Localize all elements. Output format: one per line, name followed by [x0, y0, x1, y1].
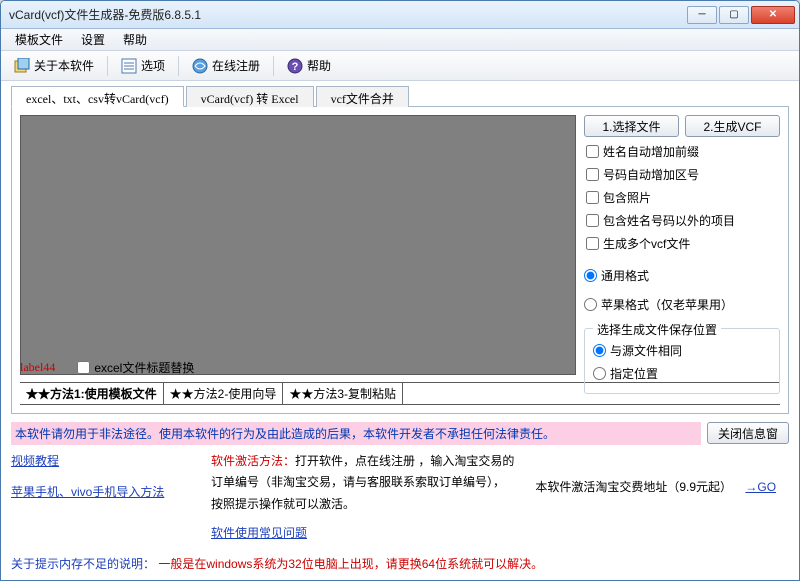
format-apple[interactable]: 苹果格式（仅老苹果用）	[584, 293, 780, 316]
warning-bar: 本软件请勿用于非法途径。使用本软件的行为及由此造成的后果，本软件开发者不承担任何…	[11, 422, 789, 445]
window-buttons: ─ ▢ ✕	[687, 6, 795, 24]
memory-note-b: 一般是在windows系统为32位电脑上出现，请更换64位系统就可以解决。	[158, 557, 543, 571]
opt-photo[interactable]: 包含照片	[584, 189, 780, 206]
right-pane: 1.选择文件 2.生成VCF 姓名自动增加前缀 号码自动增加区号 包含照片 包含…	[584, 115, 780, 353]
mid-text: 软件激活方法：打开软件，点在线注册 ，输入淘宝交易的订单编号（非淘宝交易，请与客…	[211, 451, 515, 545]
bottom-pane: 本软件请勿用于非法途径。使用本软件的行为及由此造成的后果，本软件开发者不承担任何…	[1, 418, 799, 551]
minimize-button[interactable]: ─	[687, 6, 717, 24]
menu-template[interactable]: 模板文件	[7, 29, 71, 50]
save-same[interactable]: 与源文件相同	[593, 339, 771, 362]
activate-label: 软件激活方法：	[211, 454, 295, 468]
left-links: 视频教程 苹果手机、vivo手机导入方法	[11, 451, 191, 545]
maximize-button[interactable]: ▢	[719, 6, 749, 24]
about-icon	[14, 58, 30, 74]
video-tutorial-link[interactable]: 视频教程	[11, 454, 59, 468]
debug-label: label44	[20, 360, 55, 375]
excel-title-replace-checkbox[interactable]	[77, 361, 90, 374]
right-text: 本软件激活淘宝交费地址（9.9元起） →GO	[535, 451, 789, 545]
opt-photo-checkbox[interactable]	[586, 191, 599, 204]
opt-areacode-checkbox[interactable]	[586, 168, 599, 181]
separator	[107, 56, 108, 76]
toolbar: 关于本软件 选项 在线注册 ? 帮助	[1, 51, 799, 81]
help-label: 帮助	[307, 57, 331, 74]
memory-note: 关于提示内存不足的说明： 一般是在windows系统为32位电脑上出现，请更换6…	[1, 551, 799, 580]
window-title: vCard(vcf)文件生成器-免费版6.8.5.1	[9, 6, 687, 23]
close-button[interactable]: ✕	[751, 6, 795, 24]
titlebar: vCard(vcf)文件生成器-免费版6.8.5.1 ─ ▢ ✕	[1, 1, 799, 29]
opt-extra[interactable]: 包含姓名号码以外的项目	[584, 212, 780, 229]
info-grid: 视频教程 苹果手机、vivo手机导入方法 软件激活方法：打开软件，点在线注册 ，…	[11, 451, 789, 545]
tab-body: 1.选择文件 2.生成VCF 姓名自动增加前缀 号码自动增加区号 包含照片 包含…	[11, 107, 789, 414]
menu-help[interactable]: 帮助	[115, 29, 155, 50]
format-general-radio[interactable]	[584, 269, 597, 282]
save-same-radio[interactable]	[593, 344, 606, 357]
help-icon: ?	[287, 58, 303, 74]
format-apple-radio[interactable]	[584, 298, 597, 311]
tab-vcf-merge[interactable]: vcf文件合并	[316, 86, 409, 107]
svg-text:?: ?	[292, 61, 299, 73]
opt-areacode[interactable]: 号码自动增加区号	[584, 166, 780, 183]
close-info-button[interactable]: 关闭信息窗	[707, 422, 789, 444]
save-location-title: 选择生成文件保存位置	[593, 321, 721, 338]
help-button[interactable]: ? 帮助	[280, 54, 338, 77]
opt-multi[interactable]: 生成多个vcf文件	[584, 235, 780, 252]
save-location-group: 选择生成文件保存位置 与源文件相同 指定位置	[584, 328, 780, 394]
work-row: 1.选择文件 2.生成VCF 姓名自动增加前缀 号码自动增加区号 包含照片 包含…	[20, 115, 780, 353]
warning-message: 本软件请勿用于非法途径。使用本软件的行为及由此造成的后果，本软件开发者不承担任何…	[11, 422, 701, 445]
register-icon	[192, 58, 208, 74]
opt-multi-checkbox[interactable]	[586, 237, 599, 250]
register-label: 在线注册	[212, 57, 260, 74]
go-link[interactable]: →GO	[745, 480, 776, 494]
menu-settings[interactable]: 设置	[73, 29, 113, 50]
separator	[178, 56, 179, 76]
save-custom-radio[interactable]	[593, 367, 606, 380]
app-window: vCard(vcf)文件生成器-免费版6.8.5.1 ─ ▢ ✕ 模板文件 设置…	[0, 0, 800, 581]
save-custom[interactable]: 指定位置	[593, 362, 771, 385]
preview-area	[20, 115, 576, 375]
select-file-button[interactable]: 1.选择文件	[584, 115, 679, 137]
separator	[273, 56, 274, 76]
method-3[interactable]: ★★方法3-复制粘贴	[283, 383, 403, 404]
register-button[interactable]: 在线注册	[185, 54, 267, 77]
apple-vivo-link[interactable]: 苹果手机、vivo手机导入方法	[11, 485, 164, 499]
opt-prefix[interactable]: 姓名自动增加前缀	[584, 143, 780, 160]
generate-vcf-button[interactable]: 2.生成VCF	[685, 115, 780, 137]
method-2[interactable]: ★★方法2-使用向导	[164, 383, 284, 404]
options-icon	[121, 58, 137, 74]
format-general[interactable]: 通用格式	[584, 264, 780, 287]
tabstrip: excel、txt、csv转vCard(vcf) vCard(vcf) 转 Ex…	[11, 85, 789, 107]
options-button[interactable]: 选项	[114, 54, 172, 77]
options-label: 选项	[141, 57, 165, 74]
tab-vcf-to-excel[interactable]: vCard(vcf) 转 Excel	[186, 86, 314, 107]
tab-excel-to-vcf[interactable]: excel、txt、csv转vCard(vcf)	[11, 86, 184, 107]
excel-title-replace[interactable]: excel文件标题替换	[75, 359, 194, 376]
about-label: 关于本软件	[34, 57, 94, 74]
taobao-text: 本软件激活淘宝交费地址（9.9元起）	[535, 480, 732, 494]
menubar: 模板文件 设置 帮助	[1, 29, 799, 51]
memory-note-a: 关于提示内存不足的说明：	[11, 557, 155, 571]
action-buttons: 1.选择文件 2.生成VCF	[584, 115, 780, 137]
faq-link[interactable]: 软件使用常见问题	[211, 526, 307, 540]
method-1[interactable]: ★★方法1:使用模板文件	[20, 383, 164, 404]
about-button[interactable]: 关于本软件	[7, 54, 101, 77]
opt-extra-checkbox[interactable]	[586, 214, 599, 227]
opt-prefix-checkbox[interactable]	[586, 145, 599, 158]
